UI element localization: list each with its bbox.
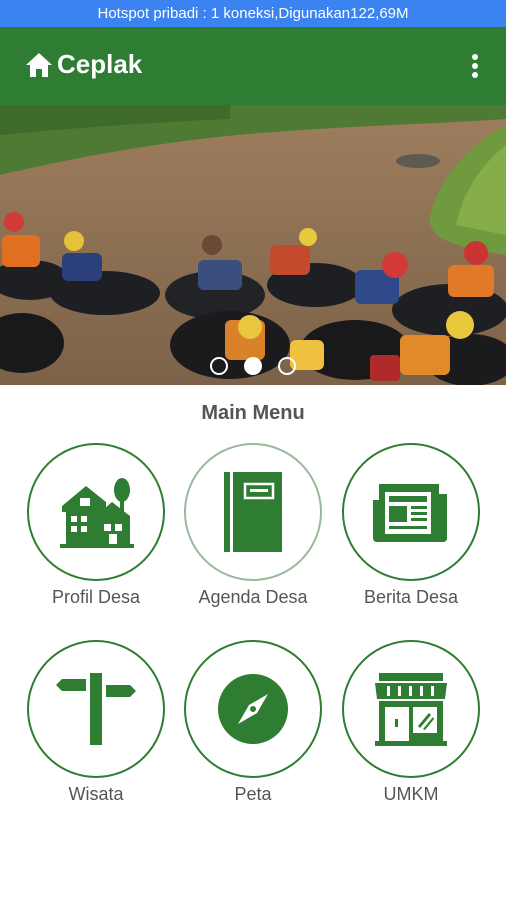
menu-item-peta[interactable]: Peta: [178, 640, 328, 820]
compass-icon: [218, 674, 288, 744]
app-bar: Ceplak: [0, 27, 506, 105]
banner-slider[interactable]: [0, 105, 506, 385]
slide-dot-1[interactable]: [210, 357, 228, 375]
notebook-icon: [224, 472, 282, 552]
storefront-icon: [375, 673, 447, 746]
menu-item-profil-desa[interactable]: Profil Desa: [21, 443, 171, 623]
menu-item-agenda-desa[interactable]: Agenda Desa: [178, 443, 328, 623]
main-menu-title: Main Menu: [201, 402, 305, 424]
village-icon: [60, 478, 134, 548]
newspaper-icon: [373, 484, 447, 542]
menu-item-circle: [27, 443, 165, 581]
home-icon[interactable]: [25, 52, 53, 78]
app-title: Ceplak: [57, 49, 143, 79]
menu-item-label: Peta: [234, 784, 272, 804]
menu-item-berita-desa[interactable]: Berita Desa: [336, 443, 486, 623]
menu-item-umkm[interactable]: UMKM: [336, 640, 486, 820]
slider-indicator: [0, 355, 506, 377]
status-bar: Hotspot pribadi : 1 koneksi,Digunakan122…: [0, 0, 506, 27]
menu-item-wisata[interactable]: Wisata: [21, 640, 171, 820]
slide-dot-2[interactable]: [244, 357, 262, 375]
slide-dot-3[interactable]: [278, 357, 296, 375]
menu-item-label: Agenda Desa: [198, 587, 308, 607]
menu-item-circle: [27, 640, 165, 778]
menu-item-circle: [342, 640, 480, 778]
menu-item-label: Wisata: [68, 784, 124, 804]
signpost-icon: [56, 673, 136, 745]
menu-item-circle: [342, 443, 480, 581]
river-tubing-photo: [0, 105, 506, 385]
menu-item-label: UMKM: [383, 784, 439, 804]
menu-item-circle: [184, 443, 322, 581]
menu-item-label: Berita Desa: [363, 587, 459, 607]
more-vert-icon[interactable]: [466, 53, 484, 79]
menu-item-label: Profil Desa: [51, 587, 141, 607]
menu-item-circle: [184, 640, 322, 778]
status-bar-text: Hotspot pribadi : 1 koneksi,Digunakan122…: [97, 5, 409, 22]
